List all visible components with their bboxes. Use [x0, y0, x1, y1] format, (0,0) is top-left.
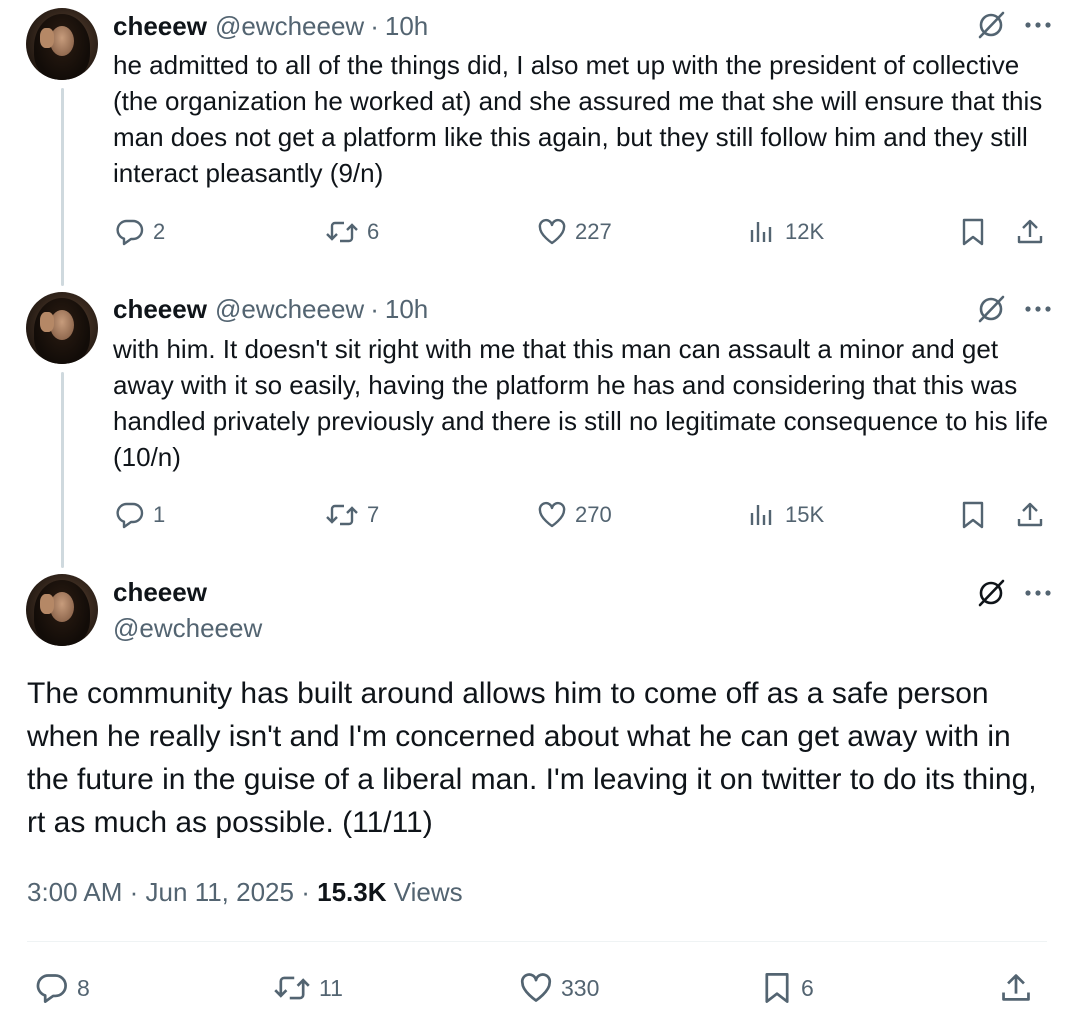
tweet-header: cheeew @ewcheeew · 10h [113, 291, 428, 327]
retweet-count: 6 [367, 219, 380, 244]
share-button[interactable] [1015, 212, 1045, 252]
like-count: 330 [561, 974, 600, 1001]
bookmark-icon [959, 217, 987, 247]
retweet-arrows-icon [273, 971, 311, 1005]
tweet-time[interactable]: 10h [385, 11, 428, 42]
heart-icon [537, 217, 567, 247]
thread-connector-line [61, 88, 64, 286]
more-dots-icon[interactable] [1024, 304, 1052, 314]
share-upload-icon [1015, 217, 1045, 247]
grok-slash-circle-icon[interactable] [976, 578, 1006, 608]
author-handle[interactable]: @ewcheeew [113, 610, 262, 646]
author-handle[interactable]: @ewcheeew [215, 11, 364, 42]
tweet-meta: 3:00 AM · Jun 11, 2025 · 15.3K Views [27, 874, 463, 910]
retweet-count: 11 [319, 974, 343, 1001]
bookmark-button[interactable]: 6 [761, 966, 814, 1010]
reply-count: 1 [153, 502, 166, 527]
reply-bubble-icon [115, 217, 145, 247]
author-name[interactable]: cheeew [113, 11, 207, 42]
bookmark-button[interactable] [959, 495, 987, 535]
share-upload-icon [1015, 500, 1045, 530]
reply-bubble-icon [115, 500, 145, 530]
like-button[interactable]: 270 [537, 495, 612, 535]
separator-dot: · [301, 877, 310, 907]
bookmark-count: 6 [801, 974, 814, 1001]
tweet-actions: 8 11 330 6 [27, 966, 1047, 1010]
tweet-text: he admitted to all of the things did, I … [113, 50, 1043, 188]
heart-icon [519, 971, 553, 1005]
grok-slash-circle-icon[interactable] [976, 294, 1006, 324]
views-count: 12K [785, 219, 825, 244]
tweet-time[interactable]: 3:00 AM [27, 877, 122, 907]
reply-count: 2 [153, 219, 166, 244]
avatar[interactable] [26, 292, 98, 364]
like-count: 227 [575, 219, 612, 244]
retweet-arrows-icon [325, 500, 359, 530]
tweet-actions: 1 7 270 15K [113, 495, 1053, 535]
thread-connector-line [61, 372, 64, 568]
reply-bubble-icon [35, 971, 69, 1005]
reply-button[interactable]: 8 [35, 966, 90, 1010]
separator-dot: · [370, 10, 379, 41]
share-upload-icon [999, 971, 1033, 1005]
author-name[interactable]: cheeew [113, 574, 207, 610]
retweet-button[interactable]: 7 [325, 495, 379, 535]
views-button[interactable]: 12K [747, 212, 824, 252]
divider [27, 941, 1047, 942]
share-button[interactable] [999, 966, 1033, 1010]
views-button[interactable]: 15K [747, 495, 824, 535]
views-label: Views [393, 877, 463, 907]
author-name[interactable]: cheeew [113, 294, 207, 325]
reply-button[interactable]: 2 [115, 212, 165, 252]
heart-icon [537, 500, 567, 530]
reply-button[interactable]: 1 [115, 495, 165, 535]
retweet-arrows-icon [325, 217, 359, 247]
views-count: 15K [785, 502, 825, 527]
tweet-date[interactable]: Jun 11, 2025 [146, 877, 294, 907]
separator-dot: · [370, 293, 379, 324]
avatar[interactable] [26, 8, 98, 80]
tweet-text: The community has built around allows hi… [27, 677, 1037, 839]
separator-dot: · [129, 877, 139, 907]
author-handle[interactable]: @ewcheeew [215, 294, 364, 325]
tweet-time[interactable]: 10h [385, 294, 428, 325]
more-dots-icon[interactable] [1024, 588, 1052, 598]
bookmark-icon [761, 971, 793, 1005]
share-button[interactable] [1015, 495, 1045, 535]
views-bars-icon [747, 217, 777, 247]
retweet-button[interactable]: 6 [325, 212, 379, 252]
more-dots-icon[interactable] [1024, 20, 1052, 30]
tweet-header: cheeew @ewcheeew · 10h [113, 8, 428, 44]
like-button[interactable]: 227 [537, 212, 612, 252]
views-bars-icon [747, 500, 777, 530]
grok-slash-circle-icon[interactable] [976, 10, 1006, 40]
bookmark-button[interactable] [959, 212, 987, 252]
retweet-button[interactable]: 11 [273, 966, 343, 1010]
views-count: 15.3K [317, 877, 387, 907]
avatar[interactable] [26, 574, 98, 646]
like-button[interactable]: 330 [519, 966, 599, 1010]
like-count: 270 [575, 502, 612, 527]
retweet-count: 7 [367, 502, 380, 527]
tweet-text: with him. It doesn't sit right with me t… [113, 334, 1049, 472]
tweet-actions: 2 6 227 12K [113, 212, 1053, 252]
bookmark-icon [959, 500, 987, 530]
reply-count: 8 [77, 974, 90, 1001]
